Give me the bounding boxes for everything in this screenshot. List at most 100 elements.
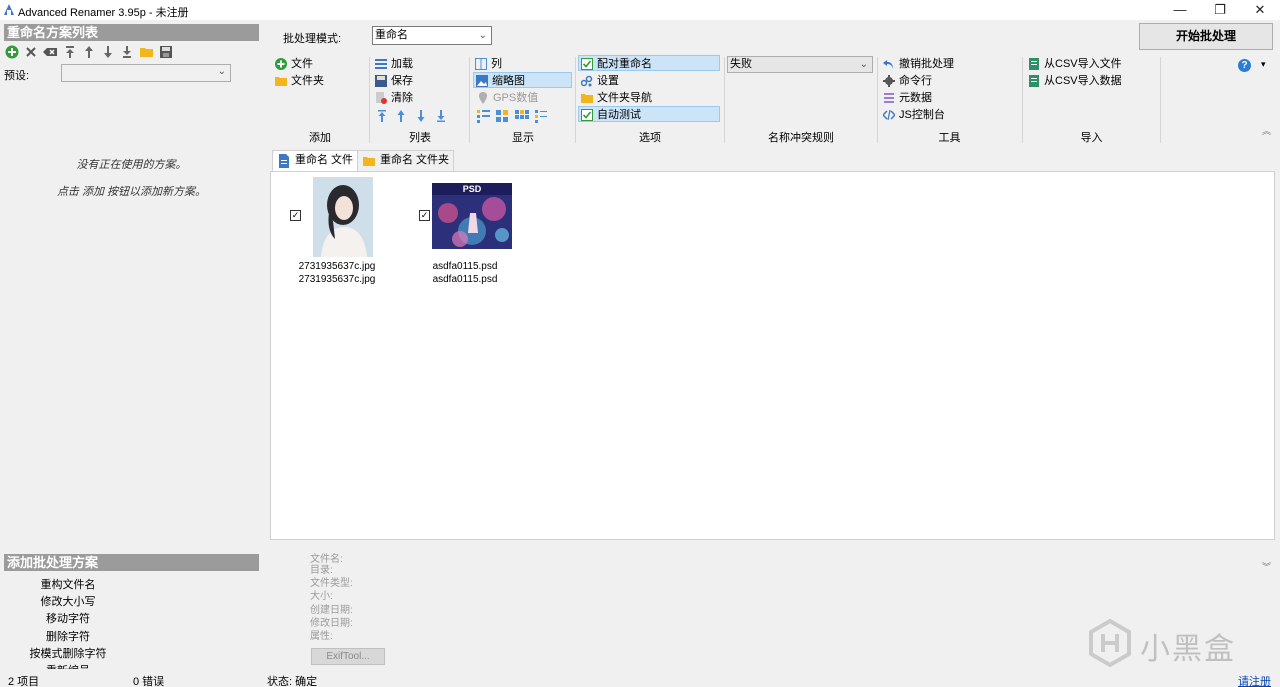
pair-rename-toggle[interactable]: 配对重命名 [578,55,720,71]
csv-file-icon [1029,58,1039,70]
batch-mode-dropdown[interactable]: 重命名 ⌄ [372,26,492,45]
gps-label: GPS数值 [493,92,539,104]
remove-method-icon[interactable] [24,45,38,59]
pair-rename-label: 配对重命名 [597,58,652,70]
minimize-button[interactable]: — [1160,0,1200,20]
undo-icon [883,60,893,69]
columns-icon [475,58,487,70]
file-thumbnail-photo[interactable] [313,177,373,257]
chevron-down-icon: ⌄ [478,30,487,41]
file-icon [279,154,289,168]
batch-mode-value: 重命名 [375,29,408,41]
method-item[interactable]: 重构文件名 [0,576,136,592]
auto-test-toggle[interactable]: 自动测试 [578,106,720,122]
preset-dropdown[interactable]: ⌄ [61,64,231,82]
move-down-icon[interactable] [101,45,115,59]
title-bar: Advanced Renamer 3.95p - 未注册 — ❐ ✕ [0,0,1280,20]
method-item[interactable]: 按模式删除字符 [0,645,136,661]
file-thumbnail-psd[interactable]: PSD [432,183,512,249]
method-item[interactable]: 删除字符 [0,628,136,644]
add-method-icon[interactable] [5,45,19,59]
settings-button[interactable]: 设置 [579,73,619,89]
method-item[interactable]: 移动字符 [0,610,136,626]
folder-icon [363,157,375,166]
location-pin-icon [479,92,487,104]
watermark-text: 小黑盒 [1140,632,1236,667]
add-file-button[interactable]: 文件 [273,56,313,72]
ribbon-separator [369,57,370,143]
move-up-icon[interactable] [82,45,96,59]
import-group-label: 导入 [1080,132,1103,144]
js-console-button[interactable]: JS控制台 [881,107,945,123]
add-icon [275,58,287,70]
add-folder-button[interactable]: 文件夹 [273,73,324,89]
file-checkbox[interactable]: ✓ [419,210,430,221]
exiftool-button[interactable]: ExifTool... [311,648,385,665]
save-icon [375,75,387,87]
import-csv-files-label: 从CSV导入文件 [1044,58,1122,70]
restore-button[interactable]: ❐ [1200,0,1240,20]
command-line-button[interactable]: 命令行 [881,73,932,89]
method-item[interactable]: 重新编号 [0,662,136,669]
clear-label: 清除 [391,92,413,104]
preset-label: 预设: [4,70,30,82]
start-batch-button[interactable]: 开始批处理 [1139,23,1273,50]
import-csv-files-button[interactable]: 从CSV导入文件 [1026,56,1122,72]
folder-icon [275,77,287,86]
method-item[interactable]: 修改大小写 [0,593,136,609]
status-state: 状态: 确定 [267,676,318,687]
help-icon[interactable]: ? [1238,59,1251,72]
save-icon[interactable] [159,45,173,59]
app-icon [4,4,14,15]
status-error-count: 0 错误 [133,676,165,687]
list-move-arrows-icon[interactable] [377,109,449,123]
close-button[interactable]: ✕ [1240,0,1280,20]
ribbon-separator [469,57,470,143]
collapse-info-icon[interactable]: ︾ [1262,560,1271,573]
column-view-button[interactable]: 列 [473,56,502,72]
tools-group-label: 工具 [938,132,961,144]
tab-rename-files[interactable]: 重命名 文件 [272,150,359,172]
move-bottom-icon[interactable] [120,45,134,59]
save-list-button[interactable]: 保存 [373,73,413,89]
info-size-label: 大小: [310,591,333,602]
clear-icon [376,92,387,104]
add-file-label: 文件 [291,58,313,70]
tab-rename-folders[interactable]: 重命名 文件夹 [357,150,455,171]
import-csv-data-button[interactable]: 从CSV导入数据 [1026,73,1122,89]
clear-methods-icon[interactable] [42,45,57,59]
undo-batch-button[interactable]: 撤销批处理 [881,56,954,72]
view-layout-icons[interactable] [477,109,549,123]
status-bar: 2 项目 0 错误 状态: 确定 请注册 [0,670,1280,687]
clear-list-button[interactable]: 清除 [373,90,413,106]
import-csv-data-label: 从CSV导入数据 [1044,75,1122,87]
window-title: Advanced Renamer 3.95p - 未注册 [18,7,189,19]
add-group-label: 添加 [309,132,331,144]
metadata-button[interactable]: 元数据 [881,90,932,106]
help-dropdown-arrow-icon[interactable]: ▾ [1261,59,1266,70]
register-link[interactable]: 请注册 [1238,673,1271,687]
file-checkbox[interactable]: ✓ [290,210,301,221]
method-list-header: 重命名方案列表 [4,24,259,41]
thumbnail-view-button[interactable]: 缩略图 [473,72,572,88]
status-item-count: 2 项目 [8,676,40,687]
load-list-button[interactable]: 加载 [373,56,413,72]
psd-label: PSD [463,184,482,194]
info-modified-label: 修改日期: [310,618,353,629]
file-original-name: 2731935637c.jpg [298,261,376,272]
collapse-ribbon-icon[interactable]: ︽ [1262,124,1271,137]
file-list-area[interactable] [270,171,1275,540]
chevron-down-icon: ⌄ [859,59,868,70]
chevron-down-icon: ⌄ [217,66,226,77]
folder-nav-button[interactable]: 文件夹导航 [579,90,652,106]
open-folder-icon[interactable] [139,45,153,59]
command-line-label: 命令行 [899,75,932,87]
ribbon-separator [1160,57,1161,143]
batch-mode-label: 批处理模式: [283,33,342,45]
tab-label: 重命名 文件 [295,154,354,166]
gps-button[interactable]: GPS数值 [475,90,538,106]
move-top-icon[interactable] [63,45,77,59]
list-icon [375,59,387,69]
conflict-rule-dropdown[interactable]: 失败 ⌄ [727,56,873,73]
load-label: 加载 [391,58,413,70]
